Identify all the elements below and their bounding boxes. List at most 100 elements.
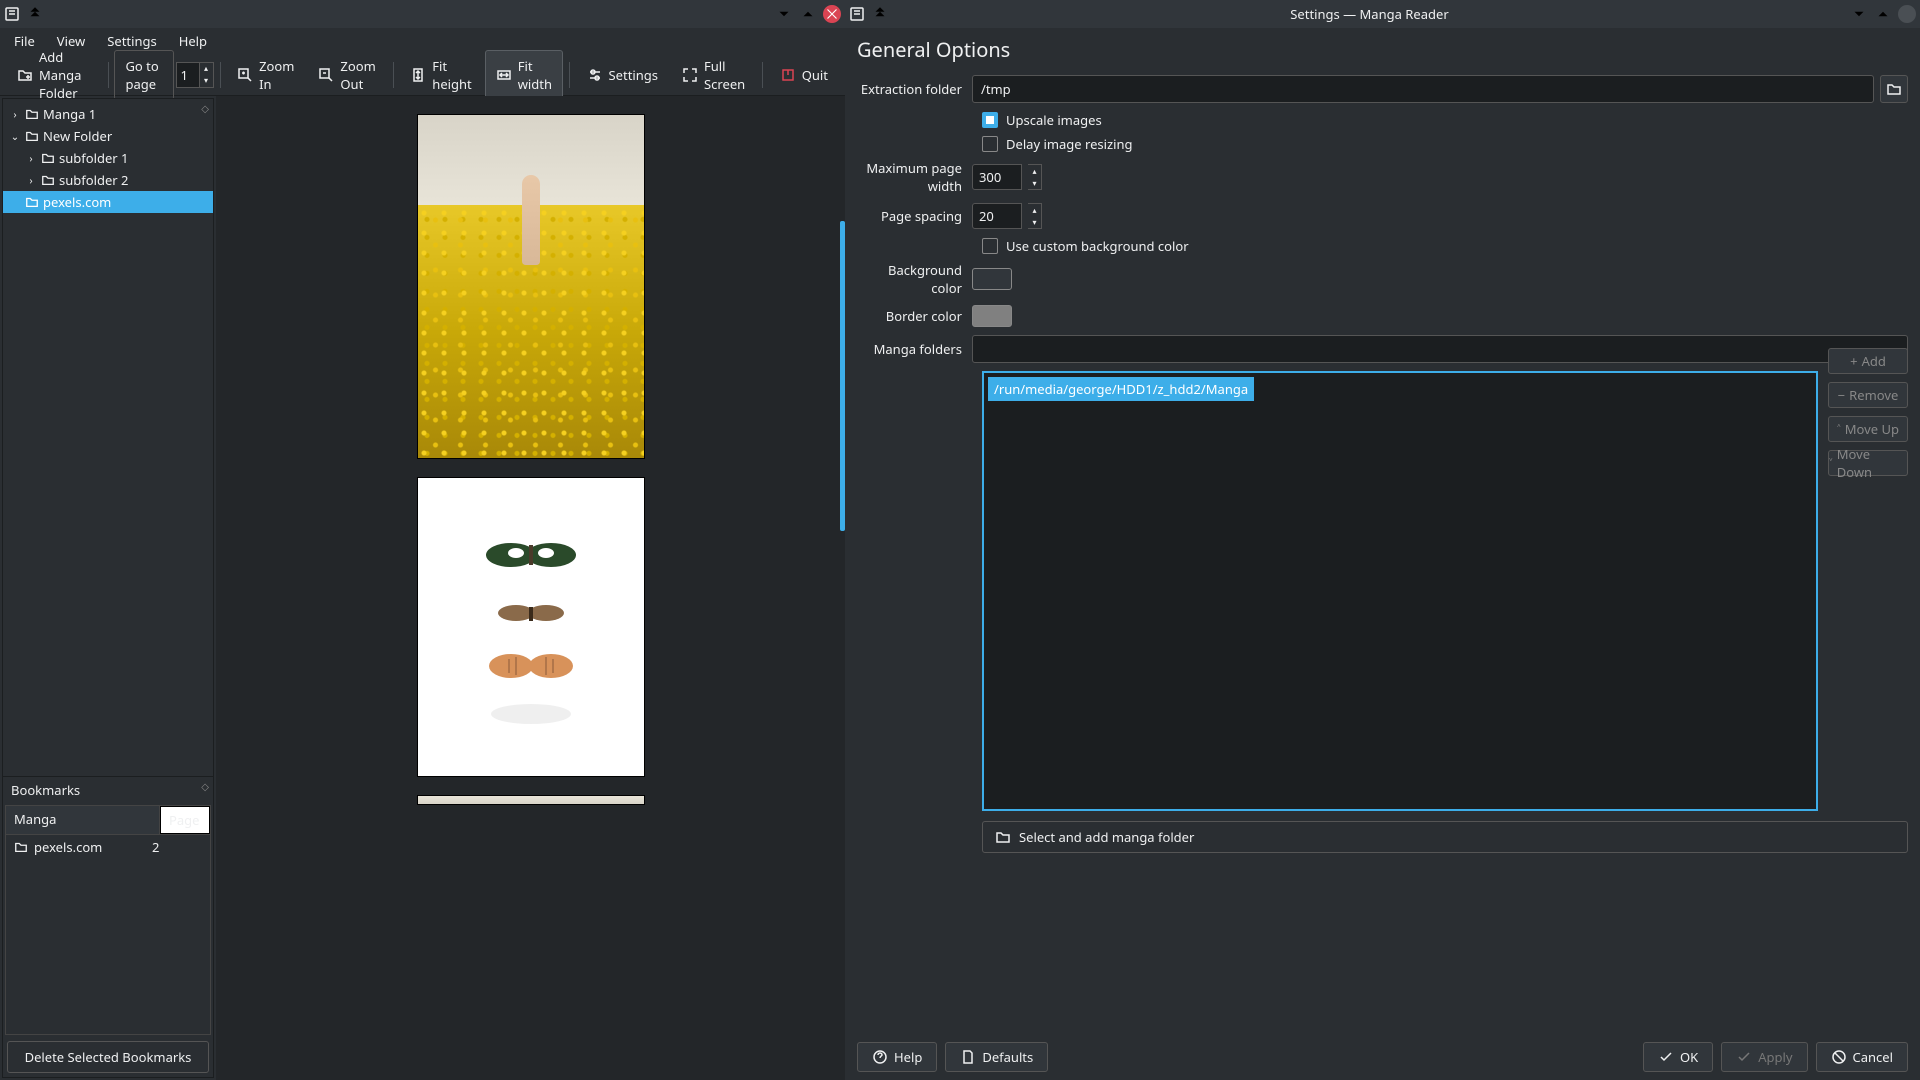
manga-folders-list[interactable]: /run/media/george/HDD1/z_hdd2/Manga bbox=[982, 371, 1818, 811]
extraction-folder-input[interactable] bbox=[972, 75, 1874, 103]
add-folder-list-button[interactable]: +Add bbox=[1828, 348, 1908, 374]
minimize-button[interactable] bbox=[775, 5, 793, 23]
toolbar: Add Manga Folder Go to page ▴▾ Zoom In Z… bbox=[0, 54, 845, 96]
settings-window-title: Settings — Manga Reader bbox=[889, 5, 1850, 23]
bookmark-page: 2 bbox=[152, 838, 202, 856]
delay-checkbox[interactable] bbox=[982, 136, 998, 152]
page-number-input[interactable] bbox=[176, 62, 200, 88]
plus-icon: + bbox=[1850, 352, 1857, 370]
quit-button[interactable]: Quit bbox=[769, 59, 839, 91]
ok-button[interactable]: OK bbox=[1643, 1042, 1713, 1072]
tree-item[interactable]: ⌄ New Folder bbox=[3, 125, 213, 147]
border-color-swatch[interactable] bbox=[972, 305, 1012, 327]
cancel-icon bbox=[1831, 1049, 1847, 1065]
maximize-button[interactable] bbox=[799, 5, 817, 23]
bookmarks-title: Bookmarks bbox=[3, 777, 213, 803]
page-spinner[interactable]: ▴▾ bbox=[200, 62, 214, 88]
delay-label: Delay image resizing bbox=[1006, 135, 1133, 153]
tree-item-label: Manga 1 bbox=[43, 105, 96, 123]
folder-tree[interactable]: › Manga 1 ⌄ New Folder › subfolder 1 › subfolde… bbox=[3, 99, 213, 217]
tree-item[interactable]: › Manga 1 bbox=[3, 103, 213, 125]
folder-icon bbox=[41, 151, 55, 165]
more-icon[interactable] bbox=[26, 5, 44, 23]
bookmark-row[interactable]: pexels.com 2 bbox=[6, 835, 210, 859]
tree-item[interactable]: › subfolder 1 bbox=[3, 147, 213, 169]
max-width-input[interactable] bbox=[972, 164, 1022, 190]
chevron-down-icon[interactable]: ⌄ bbox=[9, 129, 21, 143]
apply-button[interactable]: Apply bbox=[1721, 1042, 1807, 1072]
fit-height-icon bbox=[410, 67, 426, 83]
settings-titlebar: Settings — Manga Reader bbox=[845, 0, 1920, 28]
menu-help[interactable]: Help bbox=[169, 28, 217, 54]
manga-folders-input[interactable] bbox=[972, 335, 1908, 363]
help-icon bbox=[872, 1049, 888, 1065]
separator bbox=[220, 62, 221, 88]
more-icon[interactable] bbox=[871, 5, 889, 23]
separator bbox=[108, 62, 109, 88]
tree-item[interactable]: pexels.com bbox=[3, 191, 213, 213]
tree-item-label: subfolder 2 bbox=[59, 171, 128, 189]
max-width-label: Maximum page width bbox=[857, 159, 972, 195]
chevron-right-icon[interactable]: › bbox=[9, 107, 21, 121]
maximize-button[interactable] bbox=[1874, 5, 1892, 23]
bookmark-manga: pexels.com bbox=[34, 838, 102, 856]
tree-item-label: New Folder bbox=[43, 127, 112, 145]
panel-handle-icon[interactable]: ◇ bbox=[201, 779, 209, 793]
tree-item-label: subfolder 1 bbox=[59, 149, 128, 167]
zoom-out-icon bbox=[318, 67, 334, 83]
minus-icon: − bbox=[1838, 386, 1845, 404]
folder-icon bbox=[25, 107, 39, 121]
upscale-checkbox[interactable] bbox=[982, 112, 998, 128]
folder-icon bbox=[25, 195, 39, 209]
folder-add-icon bbox=[17, 67, 33, 83]
zoom-in-button[interactable]: Zoom In bbox=[226, 50, 305, 100]
spacing-input[interactable] bbox=[972, 203, 1022, 229]
delete-bookmarks-button[interactable]: Delete Selected Bookmarks bbox=[7, 1041, 209, 1073]
chevron-right-icon[interactable]: › bbox=[25, 173, 37, 187]
remove-folder-button[interactable]: −Remove bbox=[1828, 382, 1908, 408]
cancel-button[interactable]: Cancel bbox=[1816, 1042, 1908, 1072]
folder-list-item[interactable]: /run/media/george/HDD1/z_hdd2/Manga bbox=[988, 377, 1254, 401]
main-titlebar: pexels.com — Manga Reader bbox=[0, 0, 845, 28]
manga-folders-label: Manga folders bbox=[857, 340, 972, 358]
dialog-button-bar: Help Defaults OK Apply Cancel bbox=[845, 1034, 1920, 1080]
separator bbox=[569, 62, 570, 88]
fit-width-button[interactable]: Fit width bbox=[485, 50, 563, 100]
minimize-button[interactable] bbox=[1850, 5, 1868, 23]
page-viewer[interactable] bbox=[216, 96, 845, 1080]
b/* */g-color-swatch[interactable] bbox=[972, 268, 1012, 290]
max-width-spinner[interactable]: ▴▾ bbox=[1028, 164, 1042, 190]
defaults-button[interactable]: Defaults bbox=[945, 1042, 1048, 1072]
goto-page-button[interactable]: Go to page bbox=[114, 50, 173, 100]
folder-tree-panel: ◇ › Manga 1 ⌄ New Folder › subfolder 1 › subfol… bbox=[3, 99, 213, 777]
fit-height-button[interactable]: Fit height bbox=[399, 50, 482, 100]
close-button[interactable] bbox=[1898, 5, 1916, 23]
manga-page bbox=[417, 114, 645, 459]
panel-handle-icon[interactable]: ◇ bbox=[201, 101, 209, 115]
settings-button[interactable]: Settings bbox=[576, 59, 669, 91]
spacing-spinner[interactable]: ▴▾ bbox=[1028, 203, 1042, 229]
manga-page bbox=[417, 795, 645, 805]
check-icon bbox=[1736, 1049, 1752, 1065]
zoom-out-button[interactable]: Zoom Out bbox=[307, 50, 386, 100]
tree-item-label: pexels.com bbox=[43, 193, 111, 211]
fullscreen-icon bbox=[682, 67, 698, 83]
chevron-down-icon: ˅ bbox=[1829, 454, 1833, 472]
close-button[interactable] bbox=[823, 5, 841, 23]
chevron-right-icon[interactable]: › bbox=[25, 151, 37, 165]
help-button[interactable]: Help bbox=[857, 1042, 937, 1072]
select-add-folder-button[interactable]: Select and add manga folder bbox=[982, 821, 1908, 853]
bookmarks-col-manga[interactable]: Manga bbox=[6, 806, 160, 834]
border-color-label: Border color bbox=[857, 307, 972, 325]
document-icon bbox=[960, 1049, 976, 1065]
quit-icon bbox=[780, 67, 796, 83]
tree-item[interactable]: › subfolder 2 bbox=[3, 169, 213, 191]
move-up-button[interactable]: ˄Move Up bbox=[1828, 416, 1908, 442]
full-screen-button[interactable]: Full Screen bbox=[671, 50, 756, 100]
bookmarks-col-page[interactable]: Page bbox=[160, 806, 210, 834]
browse-button[interactable] bbox=[1880, 75, 1908, 103]
move-down-button[interactable]: ˅Move Down bbox=[1828, 450, 1908, 476]
folder-icon bbox=[25, 129, 39, 143]
custom-bg-checkbox[interactable] bbox=[982, 238, 998, 254]
add-folder-label: Add Manga Folder bbox=[39, 48, 91, 102]
